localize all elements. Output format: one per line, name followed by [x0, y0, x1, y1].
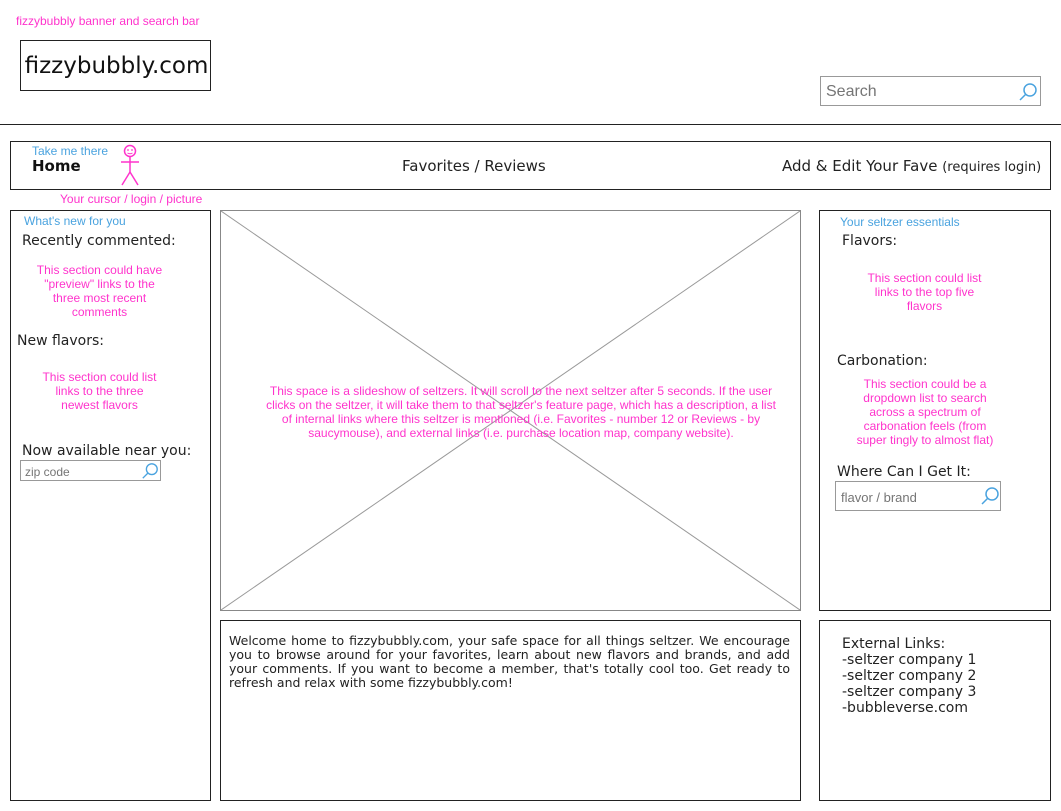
- carbonation-heading: Carbonation:: [837, 353, 928, 369]
- zip-input[interactable]: [25, 464, 135, 479]
- where-search[interactable]: [835, 481, 1001, 511]
- where-input[interactable]: [841, 489, 971, 505]
- external-link[interactable]: -seltzer company 2: [842, 668, 976, 684]
- nav-home[interactable]: Home: [32, 157, 81, 175]
- external-link[interactable]: -seltzer company 3: [842, 684, 976, 700]
- new-flavors-heading: New flavors:: [17, 333, 105, 349]
- stick-figure-icon[interactable]: [117, 143, 143, 187]
- site-logo-text: fizzybubbly.com: [24, 53, 209, 79]
- site-logo[interactable]: fizzybubbly.com: [20, 40, 211, 91]
- nav-favorites[interactable]: Favorites / Reviews: [402, 157, 546, 175]
- carbonation-note: This section could be a dropdown list to…: [856, 377, 994, 447]
- nav-add-edit[interactable]: Add & Edit Your Fave (requires login): [782, 157, 1041, 175]
- recently-commented-heading: Recently commented:: [22, 233, 176, 249]
- flavors-note: This section could list links to the top…: [867, 271, 982, 313]
- site-search[interactable]: [820, 76, 1041, 106]
- magnifier-icon[interactable]: [1018, 82, 1038, 102]
- zip-search[interactable]: [20, 460, 161, 481]
- slideshow-note: This space is a slideshow of seltzers. I…: [266, 384, 776, 440]
- cursor-annotation: Your cursor / login / picture: [60, 192, 203, 206]
- banner-annotation: fizzybubbly banner and search bar: [16, 14, 200, 28]
- external-links-list: -seltzer company 1 -seltzer company 2 -s…: [842, 652, 976, 716]
- welcome-text: Welcome home to fizzybubbly.com, your sa…: [229, 633, 790, 690]
- nav-add-edit-label: Add & Edit Your Fave: [782, 157, 938, 175]
- where-heading: Where Can I Get It:: [837, 464, 971, 480]
- flavors-heading: Flavors:: [842, 233, 898, 249]
- site-search-input[interactable]: [826, 82, 1006, 102]
- left-section-label: What's new for you: [24, 214, 126, 228]
- magnifier-icon[interactable]: [980, 486, 1000, 506]
- right-section-label: Your seltzer essentials: [840, 215, 960, 229]
- nav-requires-login: (requires login): [942, 160, 1042, 175]
- external-links-title: External Links:: [842, 636, 946, 652]
- external-link[interactable]: -seltzer company 1: [842, 652, 976, 668]
- nav-hint: Take me there: [32, 144, 109, 158]
- new-flavors-note: This section could list links to the thr…: [42, 370, 157, 412]
- recent-comments-note: This section could have "preview" links …: [36, 263, 163, 319]
- near-you-heading: Now available near you:: [22, 443, 192, 459]
- external-link[interactable]: -bubbleverse.com: [842, 700, 976, 716]
- magnifier-icon[interactable]: [141, 462, 159, 480]
- banner-divider: [0, 124, 1061, 125]
